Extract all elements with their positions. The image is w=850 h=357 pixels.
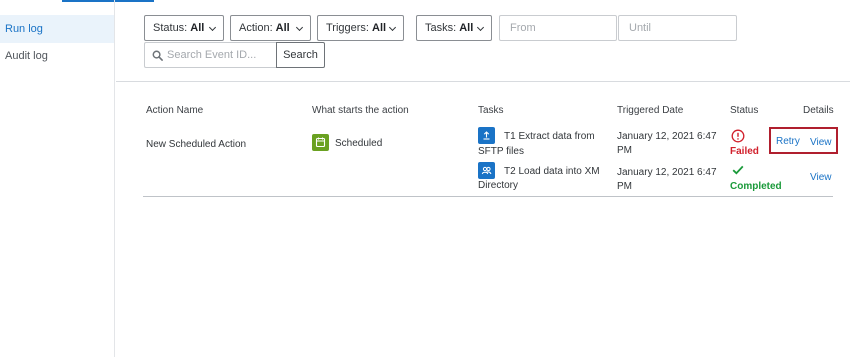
chevron-down-icon [208,23,217,32]
action-filter-label: Action: [239,22,273,34]
task-1-name-line1: T1 Extract data from [504,131,595,142]
directory-icon [478,162,495,179]
chevron-down-icon [295,23,304,32]
tasks-filter-value: All [459,22,474,34]
header-action-name: Action Name [146,105,204,116]
action-filter-value: All [275,22,290,34]
status-filter-dropdown[interactable]: Status: All [144,15,224,41]
header-tasks: Tasks [478,105,504,116]
task-2-name-line2: Directory [478,180,519,191]
error-icon [731,129,745,143]
sidebar-item-audit-log[interactable]: Audit log [0,42,114,70]
filter-bar [116,0,850,82]
status-failed: Failed [730,146,759,157]
tasks-filter-label: Tasks: [425,22,457,34]
search-input[interactable] [167,43,273,67]
search-button[interactable]: Search [276,42,325,68]
triggers-filter-label: Triggers: [326,22,369,34]
action-name[interactable]: New Scheduled Action [146,137,246,152]
task-2-name-line1: T2 Load data into XM [504,166,600,177]
header-details: Details [803,105,834,116]
task-1-date-line1: January 12, 2021 6:47 [617,131,717,142]
upload-icon [478,127,495,144]
chevron-down-icon [476,23,485,32]
header-triggered-date: Triggered Date [617,105,684,116]
header-status: Status [730,105,759,116]
sidebar-item-run-log[interactable]: Run log [0,15,114,43]
calendar-icon [312,134,329,151]
search-box [144,42,276,68]
status-completed: Completed [730,181,782,192]
task-1-name-line2: SFTP files [478,146,524,157]
task-1-date-line2: PM [617,145,632,156]
retry-link[interactable]: Retry [776,136,800,147]
status-filter-value: All [190,22,205,34]
search-icon [152,50,163,61]
trigger-label: Scheduled [335,138,383,149]
chevron-down-icon [388,23,397,32]
triggers-filter-dropdown[interactable]: Triggers: All [317,15,404,41]
triggers-filter-value: All [372,22,387,34]
task-2-date-line2: PM [617,181,632,192]
until-date-field[interactable]: Until [618,15,737,41]
header-trigger: What starts the action [312,105,409,116]
view-link[interactable]: View [810,172,832,183]
sidebar: Run log Audit log [0,0,115,357]
from-date-field[interactable]: From [499,15,617,41]
status-filter-label: Status: [153,22,188,34]
task-2-date-line1: January 12, 2021 6:47 [617,167,717,178]
tasks-filter-dropdown[interactable]: Tasks: All [416,15,492,41]
table-divider [143,196,833,197]
checkmark-icon [732,165,744,175]
action-filter-dropdown[interactable]: Action: All [230,15,311,41]
view-link[interactable]: View [810,137,832,148]
